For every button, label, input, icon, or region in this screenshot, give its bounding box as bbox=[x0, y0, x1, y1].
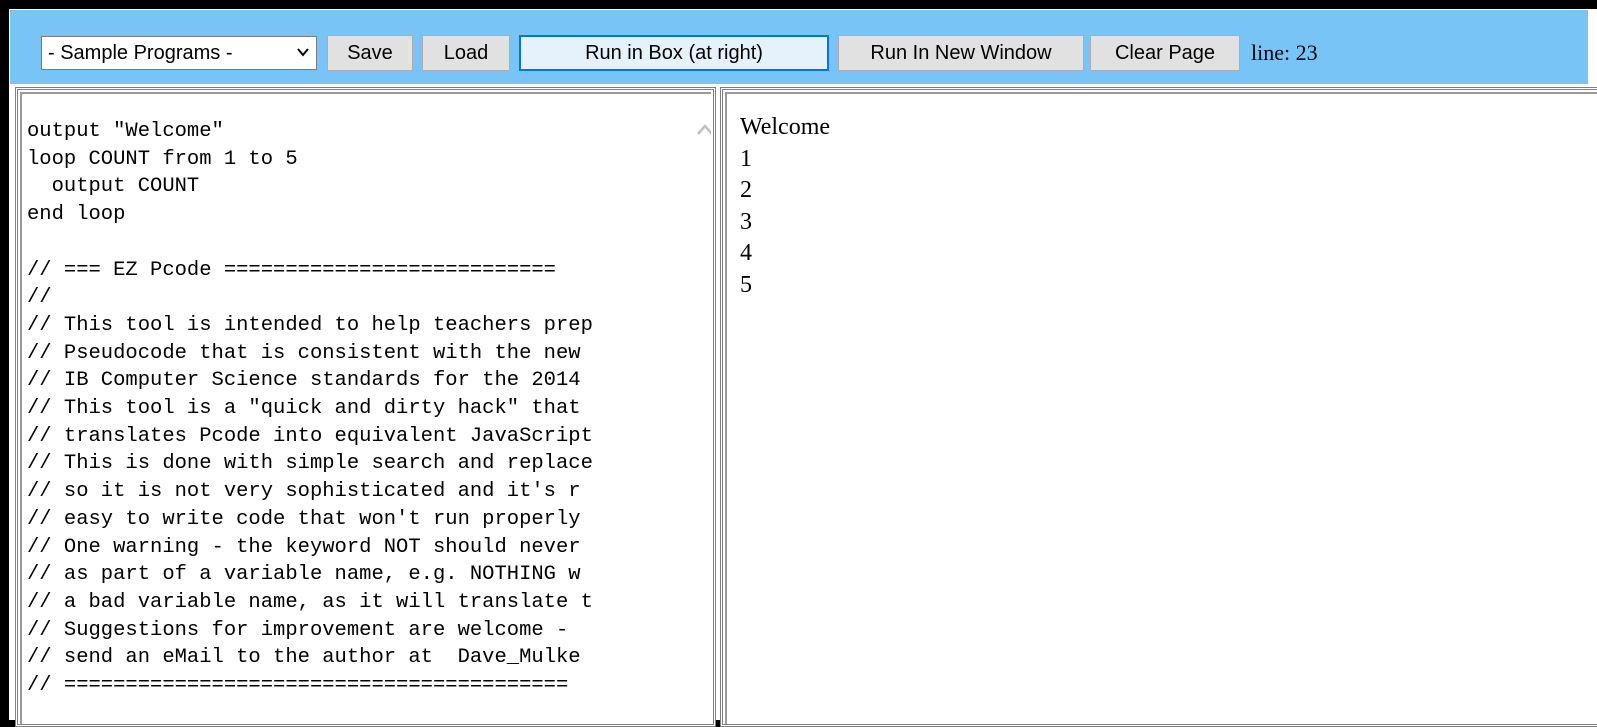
code-line: // translates Pcode into equivalent Java… bbox=[27, 424, 593, 448]
code-line: // This tool is intended to help teacher… bbox=[27, 313, 593, 337]
code-line: // This tool is a "quick and dirty hack"… bbox=[27, 397, 581, 421]
sample-programs-select[interactable]: - Sample Programs - bbox=[41, 36, 317, 70]
code-line: // IB Computer Science standards for the… bbox=[27, 369, 581, 393]
code-editor-inner: output "Welcome" loop COUNT from 1 to 5 o… bbox=[20, 92, 711, 724]
scroll-up-arrow-icon[interactable] bbox=[696, 122, 711, 136]
code-line: end loop bbox=[27, 203, 126, 227]
output-line: 3 bbox=[740, 208, 752, 235]
code-editor[interactable]: output "Welcome" loop COUNT from 1 to 5 o… bbox=[15, 87, 716, 727]
code-line: // Suggestions for improvement are welco… bbox=[27, 618, 569, 642]
output-line: 1 bbox=[740, 145, 752, 172]
output-line: 4 bbox=[740, 240, 752, 267]
code-line: // One warning - the keyword NOT should … bbox=[27, 535, 581, 559]
clear-page-button[interactable]: Clear Page bbox=[1090, 35, 1240, 71]
chevron-down-icon bbox=[297, 48, 309, 57]
code-line: output COUNT bbox=[27, 175, 200, 199]
select-value: - Sample Programs - bbox=[48, 42, 233, 64]
toolbar: - Sample Programs - Save Load Run in Box… bbox=[10, 10, 1588, 84]
code-line: // This is done with simple search and r… bbox=[27, 452, 593, 476]
output-line: 5 bbox=[740, 271, 752, 298]
code-line: // as part of a variable name, e.g. NOTH… bbox=[27, 563, 581, 587]
code-line: // easy to write code that won't run pro… bbox=[27, 507, 581, 531]
code-line: // bbox=[27, 286, 52, 310]
output-lines: Welcome 1 2 3 4 5 bbox=[740, 112, 830, 302]
output-line: 2 bbox=[740, 177, 752, 204]
code-text[interactable]: output "Welcome" loop COUNT from 1 to 5 o… bbox=[27, 118, 687, 700]
line-indicator: line: 23 bbox=[1251, 40, 1318, 65]
code-line: // =====================================… bbox=[27, 674, 569, 698]
code-line: loop COUNT from 1 to 5 bbox=[27, 147, 298, 171]
save-button[interactable]: Save bbox=[327, 35, 413, 71]
output-box: Welcome 1 2 3 4 5 bbox=[720, 87, 1597, 727]
code-line: // === EZ Pcode ========================… bbox=[27, 258, 556, 282]
run-in-box-button[interactable]: Run in Box (at right) bbox=[519, 35, 829, 71]
code-line: // Pseudocode that is consistent with th… bbox=[27, 341, 581, 365]
code-line: // send an eMail to the author at Dave_M… bbox=[27, 646, 581, 670]
output-line: Welcome bbox=[740, 114, 831, 140]
output-box-inner: Welcome 1 2 3 4 5 bbox=[725, 92, 1597, 724]
code-line: output "Welcome" bbox=[27, 120, 224, 143]
run-in-new-window-button[interactable]: Run In New Window bbox=[838, 35, 1084, 71]
code-line: // so it is not very sophisticated and i… bbox=[27, 480, 581, 504]
code-line: // a bad variable name, as it will trans… bbox=[27, 590, 593, 614]
load-button[interactable]: Load bbox=[422, 35, 510, 71]
